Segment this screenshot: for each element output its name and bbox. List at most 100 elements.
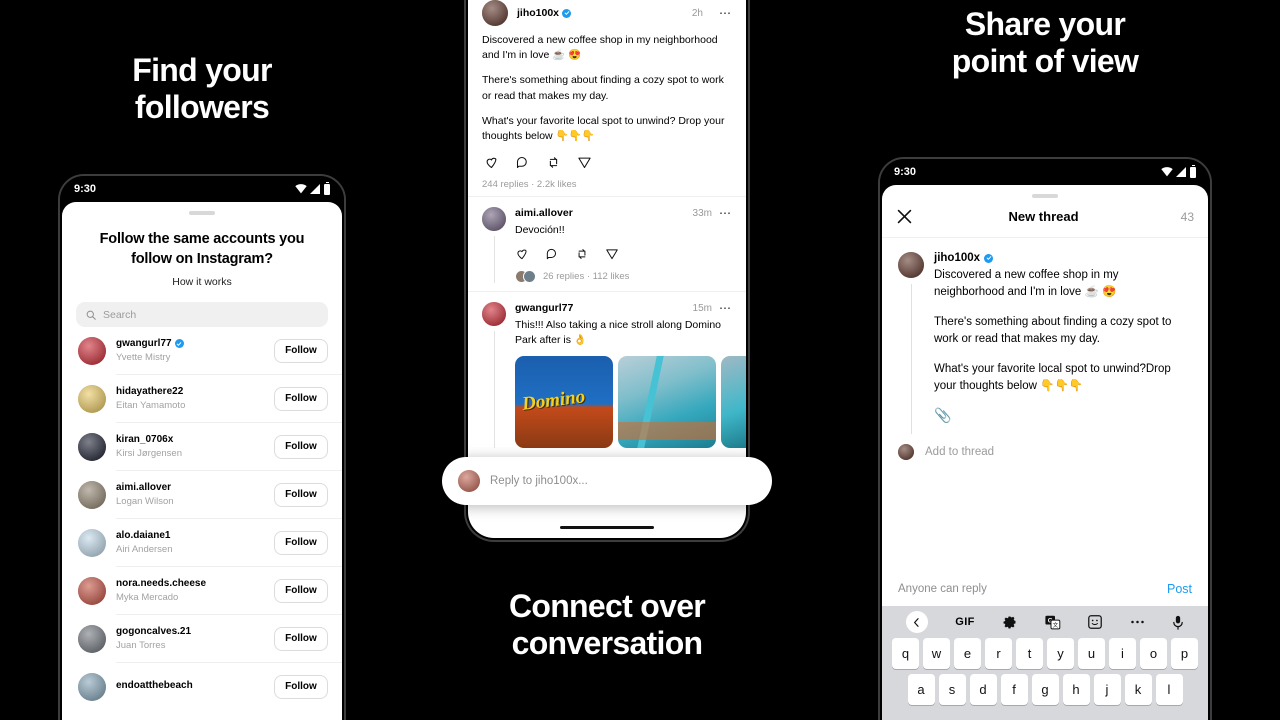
avatar[interactable] [458, 470, 480, 492]
post-button[interactable]: Post [1167, 582, 1192, 596]
suggested-user-row[interactable]: hidayathere22 Eitan Yamamoto Follow [62, 375, 342, 422]
keyboard-key-o[interactable]: o [1140, 638, 1167, 669]
translate-icon[interactable]: G 文 [1031, 615, 1075, 630]
reply-composer-bar[interactable]: Reply to jiho100x... [442, 457, 772, 505]
media-thumbnail[interactable] [618, 356, 716, 449]
keyboard-key-t[interactable]: t [1016, 638, 1043, 669]
avatar[interactable] [78, 672, 106, 701]
comment-author[interactable]: gwangurl77 [515, 302, 693, 314]
repost-icon[interactable] [575, 247, 589, 261]
follow-button[interactable]: Follow [274, 386, 328, 411]
comment-item: aimi.allover 33m ⋯ Devoción!! 26 replies… [468, 196, 746, 291]
suggested-user-row[interactable]: nora.needs.cheese Myka Mercado Follow [62, 567, 342, 614]
keyboard-key-a[interactable]: a [907, 674, 935, 705]
like-icon[interactable] [515, 247, 529, 261]
composer-paragraph: What's your favorite local spot to unwin… [934, 363, 1171, 393]
share-icon[interactable] [605, 247, 619, 261]
avatar[interactable] [78, 432, 106, 461]
post-paragraph: What's your favorite local spot to unwin… [482, 114, 725, 143]
how-it-works-link[interactable]: How it works [62, 276, 342, 288]
like-icon[interactable] [484, 155, 499, 170]
suggested-user-row[interactable]: aimi.allover Logan Wilson Follow [62, 471, 342, 518]
media-thumbnail[interactable] [721, 356, 746, 449]
headline-find-your-followers: Find your followers [132, 52, 272, 125]
keyboard-key-r[interactable]: r [985, 638, 1012, 669]
keyboard-key-i[interactable]: i [1109, 638, 1136, 669]
more-options-icon[interactable]: ⋯ [712, 302, 732, 314]
keyboard-key-q[interactable]: q [892, 638, 919, 669]
keyboard-key-k[interactable]: k [1124, 674, 1152, 705]
avatar[interactable] [78, 336, 106, 365]
keyboard-key-p[interactable]: p [1171, 638, 1198, 669]
avatar[interactable] [482, 0, 508, 26]
microphone-icon[interactable] [1159, 615, 1199, 630]
comment-icon[interactable] [515, 155, 530, 170]
comment-replies-row[interactable]: 26 replies · 112 likes [515, 270, 732, 284]
follow-button[interactable]: Follow [274, 338, 328, 363]
user-username-text: endoatthebeach [116, 679, 193, 691]
keyboard-key-g[interactable]: g [1031, 674, 1059, 705]
avatar[interactable] [78, 528, 106, 557]
avatar[interactable] [898, 252, 924, 278]
user-username: gwangurl77 [116, 338, 264, 349]
suggested-user-row[interactable]: endoatthebeach Follow [62, 663, 342, 710]
phone-mockup-followers: 9:30 Follow the same accounts you follow… [58, 174, 346, 720]
avatar[interactable] [78, 384, 106, 413]
follow-button[interactable]: Follow [274, 626, 328, 651]
media-carousel[interactable] [515, 356, 746, 449]
suggested-user-row[interactable]: gwangurl77 Yvette Mistry Follow [62, 327, 342, 374]
suggested-user-row[interactable]: gogoncalves.21 Juan Torres Follow [62, 615, 342, 662]
keyboard-key-h[interactable]: h [1062, 674, 1090, 705]
paperclip-icon[interactable]: 📎 [934, 407, 951, 424]
keyboard-key-j[interactable]: j [1093, 674, 1121, 705]
follow-button[interactable]: Follow [274, 674, 328, 699]
keyboard-key-w[interactable]: w [923, 638, 950, 669]
user-username: endoatthebeach [116, 680, 264, 691]
avatar[interactable] [482, 302, 506, 327]
avatar[interactable] [482, 207, 506, 232]
gear-icon[interactable] [989, 615, 1032, 630]
avatar[interactable] [78, 480, 106, 509]
suggested-user-row[interactable]: kiran_0706x Kirsi Jørgensen Follow [62, 423, 342, 470]
post-header: jiho100x 2h ⋯ [482, 0, 732, 26]
keyboard-key-d[interactable]: d [969, 674, 997, 705]
avatar[interactable] [78, 624, 106, 653]
follow-button[interactable]: Follow [274, 578, 328, 603]
post-author[interactable]: jiho100x [517, 7, 683, 19]
composer-text[interactable]: Discovered a new coffee shop in my neigh… [934, 267, 1192, 395]
status-bar: 9:30 [880, 159, 1210, 185]
keyboard-key-s[interactable]: s [938, 674, 966, 705]
search-input[interactable]: Search [76, 302, 328, 327]
gif-button[interactable]: GIF [942, 616, 989, 628]
repost-icon[interactable] [546, 155, 561, 170]
keyboard-key-f[interactable]: f [1000, 674, 1028, 705]
comment-icon[interactable] [545, 247, 559, 261]
keyboard-key-u[interactable]: u [1078, 638, 1105, 669]
user-meta: nora.needs.cheese Myka Mercado [116, 578, 264, 603]
sticker-icon[interactable] [1075, 615, 1117, 629]
follow-button[interactable]: Follow [274, 482, 328, 507]
more-options-icon[interactable]: ⋯ [712, 207, 732, 219]
comment-author[interactable]: aimi.allover [515, 207, 693, 219]
media-thumbnail[interactable] [515, 356, 613, 449]
follow-button[interactable]: Follow [274, 530, 328, 555]
close-icon[interactable] [896, 208, 913, 225]
user-username-text: gogoncalves.21 [116, 626, 192, 637]
audience-setting[interactable]: Anyone can reply [898, 583, 987, 595]
keyboard-key-l[interactable]: l [1155, 674, 1183, 705]
follow-button[interactable]: Follow [274, 434, 328, 459]
user-fullname: Eitan Yamamoto [116, 400, 186, 411]
overflow-icon[interactable] [1116, 619, 1159, 625]
add-to-thread-row[interactable]: Add to thread [882, 434, 1208, 460]
keyboard-key-e[interactable]: e [954, 638, 981, 669]
share-icon[interactable] [577, 155, 592, 170]
more-options-icon[interactable]: ⋯ [712, 7, 732, 19]
avatar [898, 444, 914, 460]
keyboard-back-button[interactable] [892, 611, 942, 633]
post-stats[interactable]: 244 replies · 2.2k likes [482, 179, 732, 190]
composer-author[interactable]: jiho100x [934, 252, 1192, 264]
user-username-text: kiran_0706x [116, 434, 174, 445]
keyboard-key-y[interactable]: y [1047, 638, 1074, 669]
suggested-user-row[interactable]: alo.daiane1 Airi Andersen Follow [62, 519, 342, 566]
avatar[interactable] [78, 576, 106, 605]
